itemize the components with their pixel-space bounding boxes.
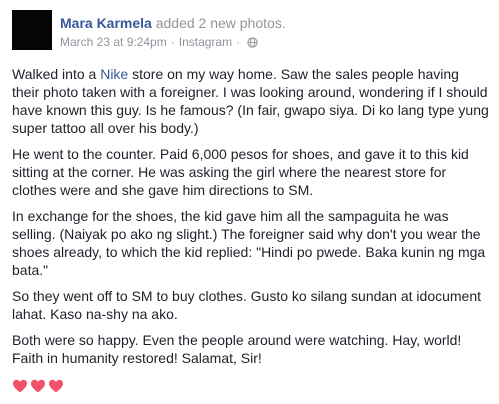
post-paragraph: In exchange for the shoes, the kid gave … xyxy=(12,208,486,278)
nike-link[interactable]: Nike xyxy=(100,66,128,82)
post-header: Mara Karmela added 2 new photos. xyxy=(60,14,286,32)
post-paragraph: So they went off to SM to buy clothes. G… xyxy=(12,288,482,322)
avatar[interactable] xyxy=(12,10,52,50)
post-timestamp[interactable]: March 23 at 9:24pm xyxy=(60,34,167,50)
post-source[interactable]: Instagram xyxy=(179,34,232,50)
post-paragraph: Walked into a Nike store on my way home.… xyxy=(12,65,490,137)
post-paragraph: Both were so happy. Even the people arou… xyxy=(12,332,462,366)
author-name[interactable]: Mara Karmela xyxy=(60,15,152,31)
meta-separator: · xyxy=(236,35,241,49)
post-meta: March 23 at 9:24pm · Instagram · xyxy=(60,34,258,50)
heart-icon xyxy=(13,379,27,393)
heart-icon xyxy=(49,379,63,393)
post-paragraph: He went to the counter. Paid 6,000 pesos… xyxy=(12,146,469,198)
facebook-post: Mara Karmela added 2 new photos. March 2… xyxy=(0,0,499,404)
heart-emoji-row xyxy=(12,378,64,394)
globe-icon[interactable] xyxy=(247,36,258,48)
paragraph-text: Walked into a xyxy=(12,66,101,82)
post-body: Walked into a Nike store on my way home.… xyxy=(12,65,490,375)
heart-icon xyxy=(31,379,45,393)
meta-separator: · xyxy=(170,35,175,49)
post-action: added 2 new photos. xyxy=(155,15,286,31)
